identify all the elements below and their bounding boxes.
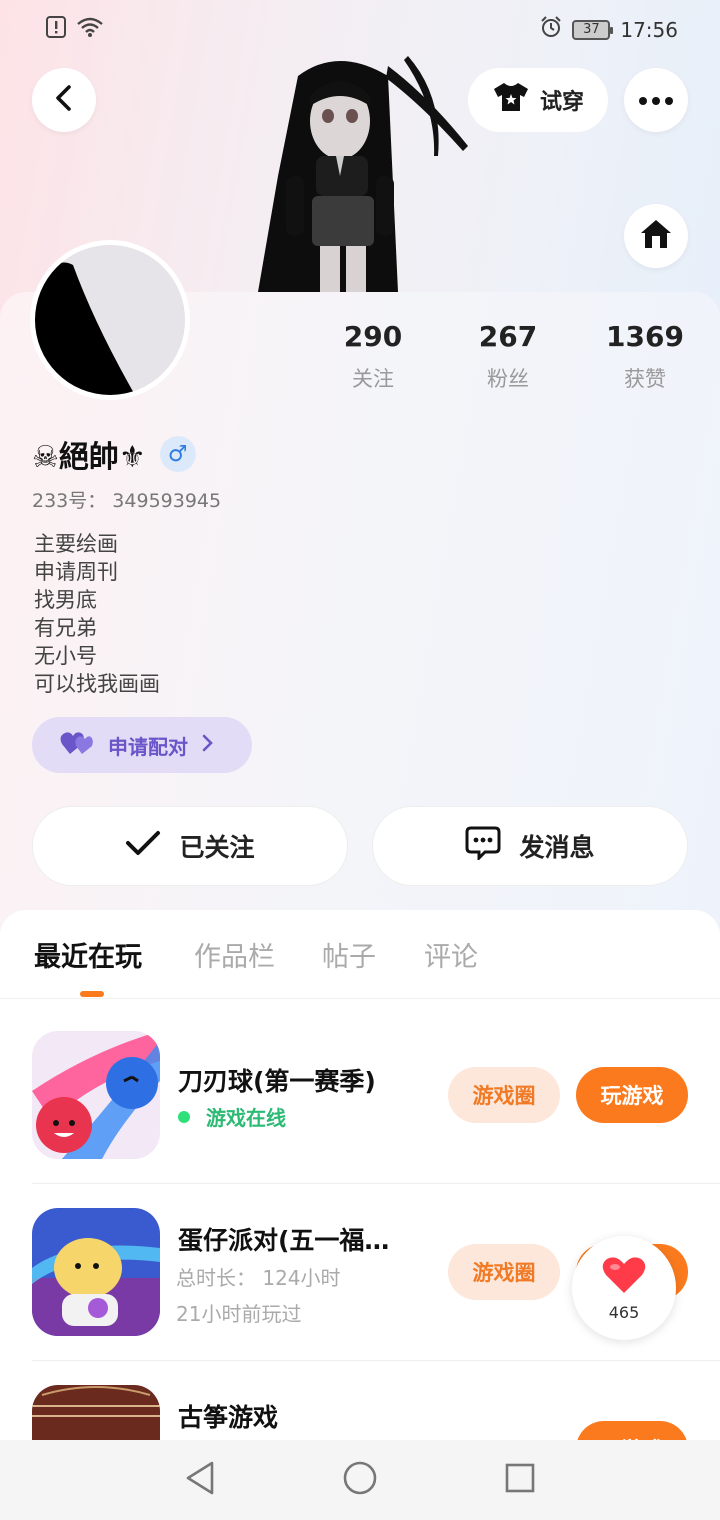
followers-stat[interactable]: 267 粉丝	[453, 320, 563, 393]
followers-label: 粉丝	[487, 367, 529, 391]
character-avatar-image	[258, 56, 470, 292]
try-on-label: 试穿	[539, 90, 584, 115]
divider	[32, 1360, 720, 1361]
send-message-label: 发消息	[519, 833, 595, 862]
tab-comments[interactable]: 评论	[424, 935, 478, 974]
tab-posts[interactable]: 帖子	[322, 935, 376, 974]
male-gender-icon: ♂	[159, 436, 196, 472]
bio: 主要绘画 申请周刊 找男底 有兄弟 无小号 可以找我画画	[34, 530, 160, 698]
likes-stat[interactable]: 1369 获赞	[590, 320, 700, 393]
game-title: 刀刃球(第一赛季)	[178, 1067, 376, 1096]
game-title: 蛋仔派对(五一福…	[178, 1226, 390, 1255]
more-dots-icon	[638, 91, 674, 110]
likes-count: 1369	[606, 320, 684, 353]
heart-pair-icon	[60, 730, 94, 761]
like-button[interactable]: 465	[572, 1236, 676, 1340]
tab-recently-played[interactable]: 最近在玩	[34, 935, 142, 974]
online-status-label: 游戏在线	[206, 1106, 286, 1130]
status-bar: 37 17:56	[0, 0, 720, 56]
clock-time: 17:56	[620, 17, 678, 42]
followers-count: 267	[478, 320, 538, 353]
chevron-right-icon	[202, 733, 214, 757]
alert-icon	[46, 16, 66, 42]
followed-label: 已关注	[179, 833, 255, 862]
check-icon	[125, 829, 161, 863]
alarm-icon	[540, 16, 562, 43]
apply-pair-button[interactable]: 申请配对	[32, 717, 252, 773]
circle-home-icon	[342, 1460, 378, 1500]
system-navigation-bar	[0, 1440, 720, 1520]
more-button[interactable]	[624, 68, 688, 132]
home-icon	[639, 218, 673, 254]
apply-pair-label: 申请配对	[108, 734, 188, 759]
try-on-button[interactable]: 试穿	[468, 68, 608, 132]
back-button[interactable]	[32, 68, 96, 132]
game-icon-eggy-party[interactable]	[32, 1208, 160, 1336]
game-title: 古筝游戏	[178, 1403, 279, 1432]
chat-bubble-icon	[465, 826, 501, 866]
home-button[interactable]	[624, 204, 688, 268]
bio-line: 可以找我画画	[34, 672, 160, 696]
game-icon-blade-ball[interactable]	[32, 1031, 160, 1159]
nav-back-button[interactable]	[180, 1460, 220, 1500]
bio-line: 申请周刊	[34, 560, 118, 584]
divider	[0, 998, 720, 999]
following-label: 关注	[352, 367, 394, 391]
followed-button[interactable]: 已关注	[32, 806, 348, 886]
total-duration: 总时长： 124小时	[176, 1266, 341, 1290]
nav-home-button[interactable]	[340, 1460, 380, 1500]
chevron-left-icon	[53, 85, 75, 115]
square-recents-icon	[504, 1462, 536, 1498]
divider	[32, 1183, 720, 1184]
game-circle-button[interactable]: 游戏圈	[448, 1067, 560, 1123]
bio-line: 找男底	[34, 588, 97, 612]
user-name: ☠絕帥⚜	[32, 440, 146, 475]
game-circle-button[interactable]: 游戏圈	[448, 1244, 560, 1300]
avatar[interactable]	[30, 240, 190, 400]
triangle-back-icon	[184, 1460, 216, 1500]
nav-recents-button[interactable]	[500, 1460, 540, 1500]
play-game-button[interactable]: 玩游戏	[576, 1067, 688, 1123]
online-status: 游戏在线	[178, 1102, 286, 1131]
tab-works[interactable]: 作品栏	[194, 935, 275, 974]
name-row: ☠絕帥⚜ ♂	[32, 432, 196, 476]
last-played: 21小时前玩过	[176, 1302, 302, 1326]
bio-line: 有兄弟	[34, 616, 97, 640]
battery-icon: 37	[572, 19, 614, 40]
shirt-icon	[492, 81, 530, 119]
send-message-button[interactable]: 发消息	[372, 806, 688, 886]
bio-line: 主要绘画	[34, 532, 118, 556]
user-id: 233号： 349593945	[32, 490, 222, 512]
heart-icon	[601, 1255, 647, 1299]
online-dot-icon	[178, 1110, 190, 1123]
likes-label: 获赞	[624, 367, 666, 391]
tab-indicator	[80, 991, 104, 997]
wifi-icon	[76, 16, 104, 42]
bio-line: 无小号	[34, 644, 97, 668]
like-count: 465	[608, 1302, 640, 1322]
following-count: 290	[343, 320, 403, 353]
following-stat[interactable]: 290 关注	[318, 320, 428, 393]
